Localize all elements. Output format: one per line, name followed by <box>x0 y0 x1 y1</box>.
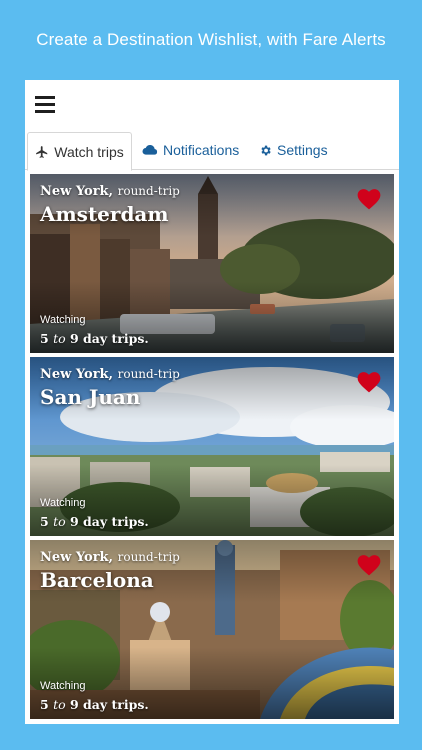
hamburger-menu-icon[interactable] <box>35 96 55 114</box>
tab-watch-trips[interactable]: Watch trips <box>27 132 132 171</box>
app-frame: Watch trips Notifications Settings New Y… <box>25 80 399 724</box>
heart-icon[interactable] <box>356 552 382 576</box>
trip-destination: San Juan <box>40 385 141 409</box>
trip-length: 5 to 9 day trips. <box>40 331 149 346</box>
cloud-icon <box>142 144 158 155</box>
trip-length: 5 to 9 day trips. <box>40 697 149 712</box>
watching-label: Watching <box>40 314 86 326</box>
trip-length: 5 to 9 day trips. <box>40 514 149 529</box>
tab-label: Notifications <box>163 142 240 158</box>
airplane-icon <box>36 145 48 158</box>
tab-bar: Watch trips Notifications Settings <box>25 132 399 171</box>
watching-label: Watching <box>40 680 86 692</box>
trip-destination: Amsterdam <box>40 202 169 226</box>
headline: Create a Destination Wishlist, with Fare… <box>36 30 386 49</box>
trip-card-san-juan[interactable]: New York, round-trip San Juan Watching 5… <box>30 357 394 536</box>
heart-icon[interactable] <box>356 369 382 393</box>
trip-origin: New York, round-trip <box>40 550 180 565</box>
heart-icon[interactable] <box>356 186 382 210</box>
trip-origin: New York, round-trip <box>40 367 180 382</box>
tab-label: Watch trips <box>54 143 124 160</box>
tab-label: Settings <box>277 142 328 158</box>
trip-card-amsterdam[interactable]: New York, round-trip Amsterdam Watching … <box>30 174 394 353</box>
gear-icon <box>261 145 271 155</box>
trip-card-barcelona[interactable]: New York, round-trip Barcelona Watching … <box>30 540 394 719</box>
tab-settings[interactable]: Settings <box>259 132 328 168</box>
trip-destination: Barcelona <box>40 568 154 592</box>
trip-origin: New York, round-trip <box>40 184 180 199</box>
watching-label: Watching <box>40 497 86 509</box>
tab-notifications[interactable]: Notifications <box>142 132 239 168</box>
